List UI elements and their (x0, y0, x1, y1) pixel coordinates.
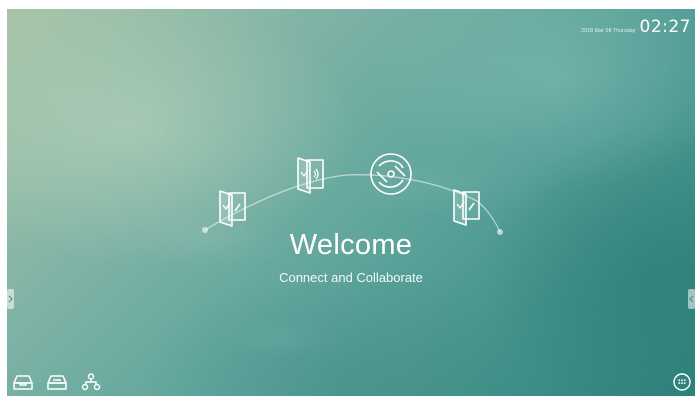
camera-shutter-icon (370, 153, 412, 195)
tray-icon (13, 375, 33, 390)
tray-alt-icon (47, 375, 67, 390)
tray-button[interactable] (12, 372, 34, 392)
network-icon (81, 373, 101, 391)
bottom-dock (12, 372, 102, 392)
desktop-screen: 2018 Mar 08 Thursday 02:27 Welcome Conne… (7, 9, 695, 396)
apps-grid-icon (673, 373, 691, 391)
chevron-left-icon (689, 295, 694, 303)
chevron-right-icon (8, 295, 13, 303)
door-check-icon-right (453, 189, 480, 226)
apps-button[interactable] (673, 373, 691, 391)
left-side-tab[interactable] (7, 289, 14, 309)
welcome-subtitle: Connect and Collaborate (279, 270, 423, 285)
door-check-icon-left (219, 190, 246, 227)
welcome-block: Welcome Connect and Collaborate (7, 229, 695, 285)
door-wireless-icon (297, 157, 324, 194)
right-side-tab[interactable] (688, 289, 695, 309)
network-button[interactable] (80, 372, 102, 392)
welcome-title: Welcome (289, 229, 413, 261)
tray-alt-button[interactable] (46, 372, 68, 392)
